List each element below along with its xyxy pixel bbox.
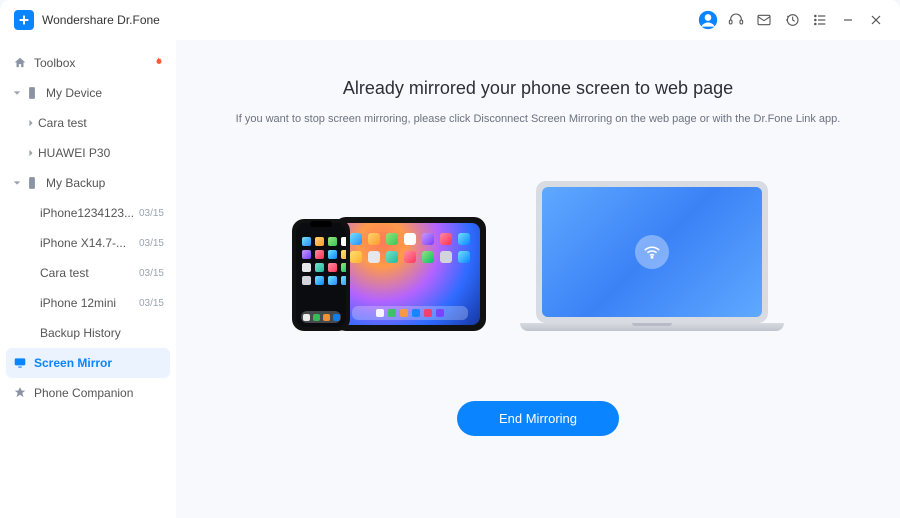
end-mirroring-button[interactable]: End Mirroring <box>457 401 619 436</box>
phone-icon <box>24 85 40 101</box>
page-heading: Already mirrored your phone screen to we… <box>343 78 733 99</box>
sidebar-backup-item[interactable]: Cara test 03/15 <box>6 258 170 288</box>
sidebar: Toolbox My Device Cara test HUAWEI P30 M… <box>0 40 176 518</box>
sidebar-item-my-backup[interactable]: My Backup <box>6 168 170 198</box>
home-icon <box>12 55 28 71</box>
sidebar-label: Cara test <box>40 266 135 280</box>
chevron-down-icon <box>12 179 22 187</box>
titlebar: Wondershare Dr.Fone <box>0 0 900 40</box>
companion-icon <box>12 385 28 401</box>
device-group <box>292 217 486 331</box>
tablet-graphic <box>334 217 486 331</box>
backup-date: 03/15 <box>139 268 164 279</box>
mirroring-illustration <box>292 181 784 331</box>
app-title: Wondershare Dr.Fone <box>42 13 160 27</box>
wifi-icon <box>635 235 669 269</box>
sidebar-device-item[interactable]: HUAWEI P30 <box>6 138 170 168</box>
app-logo <box>14 10 34 30</box>
laptop-graphic <box>520 181 784 331</box>
sidebar-label: Cara test <box>38 116 164 130</box>
chevron-right-icon <box>26 149 36 157</box>
sidebar-label: My Backup <box>46 176 164 190</box>
menu-icon[interactable] <box>806 6 834 34</box>
main-panel: Already mirrored your phone screen to we… <box>176 40 900 518</box>
sidebar-item-toolbox[interactable]: Toolbox <box>6 48 170 78</box>
sidebar-label: HUAWEI P30 <box>38 146 164 160</box>
mail-icon[interactable] <box>750 6 778 34</box>
mirror-icon <box>12 355 28 371</box>
sidebar-label: Backup History <box>40 326 164 340</box>
chevron-right-icon <box>26 119 36 127</box>
backup-date: 03/15 <box>139 208 164 219</box>
minimize-button[interactable] <box>834 6 862 34</box>
sidebar-backup-item[interactable]: iPhone1234123... 03/15 <box>6 198 170 228</box>
sidebar-label: Screen Mirror <box>34 356 164 370</box>
sidebar-label: My Device <box>46 86 164 100</box>
sidebar-item-backup-history[interactable]: Backup History <box>6 318 170 348</box>
account-icon[interactable] <box>694 6 722 34</box>
sidebar-item-screen-mirror[interactable]: Screen Mirror <box>6 348 170 378</box>
sidebar-label: Phone Companion <box>34 386 164 400</box>
sidebar-label: Toolbox <box>34 56 152 70</box>
sidebar-item-phone-companion[interactable]: Phone Companion <box>6 378 170 408</box>
phone-graphic <box>292 219 350 331</box>
backup-date: 03/15 <box>139 238 164 249</box>
sidebar-device-item[interactable]: Cara test <box>6 108 170 138</box>
hot-icon <box>152 56 164 71</box>
sidebar-label: iPhone1234123... <box>40 206 135 220</box>
backup-date: 03/15 <box>139 298 164 309</box>
sidebar-backup-item[interactable]: iPhone X14.7-... 03/15 <box>6 228 170 258</box>
close-button[interactable] <box>862 6 890 34</box>
support-icon[interactable] <box>722 6 750 34</box>
sidebar-item-my-device[interactable]: My Device <box>6 78 170 108</box>
backup-icon <box>24 175 40 191</box>
page-subtext: If you want to stop screen mirroring, pl… <box>236 113 841 125</box>
sidebar-label: iPhone 12mini <box>40 296 135 310</box>
sidebar-label: iPhone X14.7-... <box>40 236 135 250</box>
sidebar-backup-item[interactable]: iPhone 12mini 03/15 <box>6 288 170 318</box>
chevron-down-icon <box>12 89 22 97</box>
history-icon[interactable] <box>778 6 806 34</box>
